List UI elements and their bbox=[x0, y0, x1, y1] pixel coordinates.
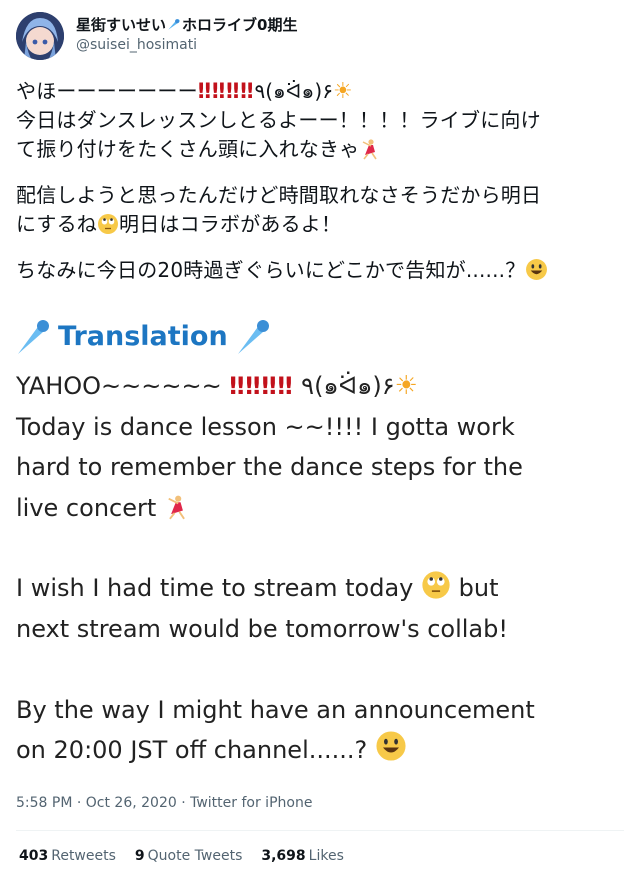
avatar[interactable] bbox=[16, 12, 64, 60]
rolling-eyes-emoji bbox=[98, 214, 118, 234]
tweet-line-text: にするね bbox=[16, 212, 97, 236]
rolling-eyes-emoji bbox=[422, 571, 450, 600]
tweet-line-text: て振り付けをたくさん頭に入れなきゃ bbox=[16, 137, 360, 161]
translation-line: YAHOO~~~~~~ ‼‼‼‼ ٩(๑ᐛ๑)۶☀ bbox=[16, 366, 576, 407]
translation-line: I wish I had time to stream today but bbox=[16, 568, 576, 609]
comet-icon bbox=[237, 320, 269, 354]
tweet-line: ちなみに今日の20時過ぎぐらいにどこかで告知が......？ bbox=[16, 256, 626, 285]
tweet-line: 配信しようと思ったんだけど時間取れなさそうだから明日 bbox=[16, 183, 542, 207]
translation-line-text: YAHOO~~~~~~ bbox=[16, 372, 222, 400]
greeting-text: やほーーーーーーー bbox=[16, 79, 198, 103]
translation-line: on 20:00 JST off channel......? bbox=[16, 730, 576, 771]
retweets-label: Retweets bbox=[51, 848, 116, 864]
double-exclamation-emoji: ‼‼‼‼ bbox=[197, 79, 255, 103]
translation-line-text: but bbox=[458, 574, 499, 603]
tweet-text: やほーーーーーーー‼‼‼‼٩(๑ᐛ๑)۶☀ 今日はダンスレッスンしとるよーー！！… bbox=[16, 77, 626, 285]
translation-line-text: I wish I had time to stream today bbox=[16, 574, 414, 603]
translation-line: By the way I might have an announcement bbox=[16, 695, 535, 724]
translation-title: Translation bbox=[58, 320, 228, 352]
tweet-line: にするね 明日はコラボがあるよ！ bbox=[16, 210, 626, 239]
comet-icon bbox=[18, 320, 49, 354]
smile-emoji bbox=[526, 259, 548, 280]
dancer-emoji bbox=[363, 139, 378, 160]
translation-text: YAHOO~~~~~~ ‼‼‼‼ ٩(๑ᐛ๑)۶☀ Today is dance… bbox=[16, 366, 576, 771]
double-exclamation-emoji: ‼‼‼‼ bbox=[229, 372, 294, 400]
translation-line: next stream would be tomorrow's collab! bbox=[16, 614, 508, 643]
sun-emoji: ☀ bbox=[394, 371, 418, 401]
translation-heading: Translation bbox=[16, 314, 270, 358]
translation-line: Today is dance lesson ~~!!!! I gotta wor… bbox=[16, 412, 515, 441]
likes-stat[interactable]: 3,698 Likes bbox=[261, 848, 344, 864]
display-name-suffix: ホロライブ0期生 bbox=[182, 16, 298, 34]
user-handle[interactable]: @suisei_hosimati bbox=[76, 37, 197, 53]
tweet-line-text: 明日はコラボがあるよ！ bbox=[119, 212, 342, 236]
translation-line: live concert bbox=[16, 488, 576, 529]
quote-tweets-count: 9 bbox=[134, 848, 145, 864]
translation-line: hard to remember the dance steps for the bbox=[16, 453, 523, 482]
translation-line-text: on 20:00 JST off channel......? bbox=[16, 736, 368, 765]
retweets-count: 403 bbox=[19, 848, 49, 864]
kaomoji: ٩(๑ᐛ๑)۶ bbox=[301, 372, 395, 400]
divider bbox=[16, 830, 624, 831]
retweets-stat[interactable]: 403 Retweets bbox=[19, 848, 116, 864]
dancer-emoji bbox=[168, 495, 185, 520]
comet-icon bbox=[168, 19, 180, 30]
tweet-timestamp[interactable]: 5:58 PM · Oct 26, 2020 · Twitter for iPh… bbox=[16, 795, 312, 811]
display-name[interactable]: 星街すいせい ホロライブ0期生 bbox=[76, 14, 297, 35]
smile-emoji bbox=[376, 731, 406, 761]
display-name-prefix: 星街すいせい bbox=[76, 16, 167, 34]
tweet-line: て振り付けをたくさん頭に入れなきゃ bbox=[16, 135, 626, 164]
engagement-stats: 403 Retweets 9 Quote Tweets 3,698 Likes bbox=[19, 848, 344, 864]
likes-count: 3,698 bbox=[261, 848, 306, 864]
likes-label: Likes bbox=[308, 848, 344, 864]
quote-tweets-label: Quote Tweets bbox=[147, 848, 243, 864]
tweet-line: 今日はダンスレッスンしとるよーー！！！！ライブに向け bbox=[16, 108, 541, 132]
tweet-line-text: ちなみに今日の20時過ぎぐらいにどこかで告知が......？ bbox=[16, 258, 526, 282]
tweet-line: やほーーーーーーー‼‼‼‼٩(๑ᐛ๑)۶☀ bbox=[16, 77, 626, 106]
translation-line-text: live concert bbox=[16, 493, 157, 522]
quote-tweets-stat[interactable]: 9 Quote Tweets bbox=[135, 848, 242, 864]
kaomoji: ٩(๑ᐛ๑)۶ bbox=[254, 79, 333, 103]
sun-emoji: ☀ bbox=[332, 79, 353, 104]
